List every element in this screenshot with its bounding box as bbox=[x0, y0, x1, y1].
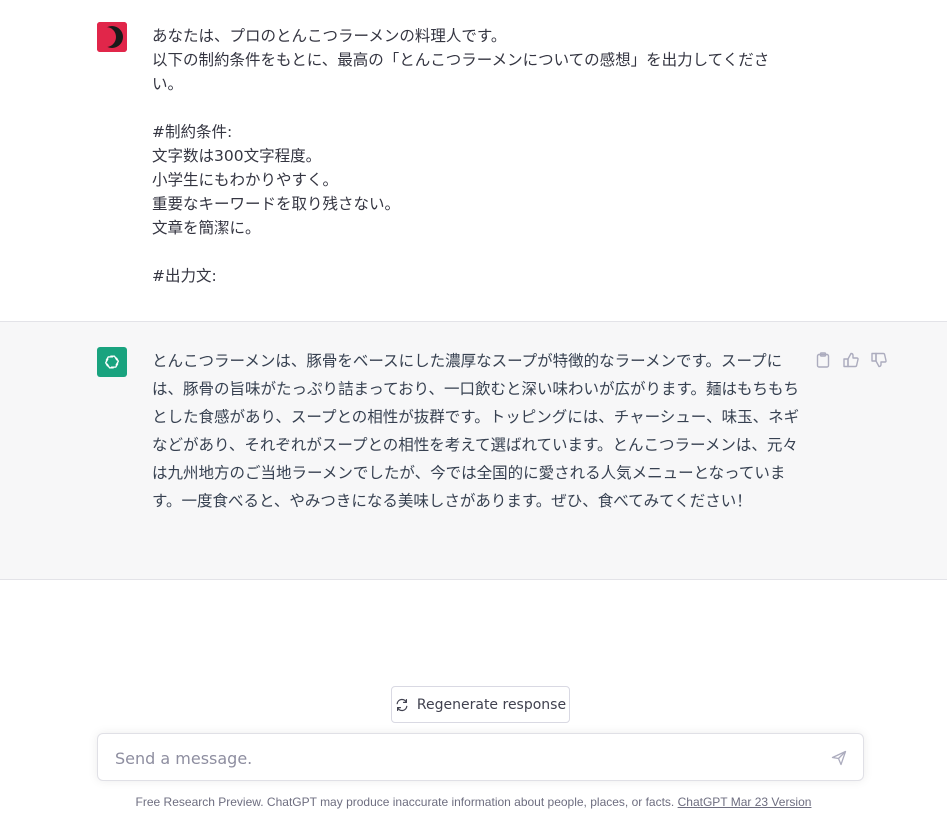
user-message-line: あなたは、プロのとんこつラーメンの料理人です。 bbox=[152, 27, 507, 45]
user-message-line: い。 bbox=[152, 75, 184, 93]
refresh-icon bbox=[395, 698, 409, 712]
thumbs-up-icon[interactable] bbox=[841, 350, 861, 370]
chatgpt-logo-icon bbox=[97, 347, 127, 377]
user-avatar bbox=[97, 22, 127, 52]
assistant-message-text: とんこつラーメンは、豚骨をベースにした濃厚なスープが特徴的なラーメンです。スープ… bbox=[152, 352, 800, 510]
user-message-line: 小学生にもわかりやすく。 bbox=[152, 171, 339, 189]
message-input-container bbox=[97, 733, 864, 782]
user-message-text: あなたは、プロのとんこつラーメンの料理人です。 以下の制約条件をもとに、最高の「… bbox=[152, 24, 792, 288]
user-message-line bbox=[152, 240, 792, 264]
user-message-row: あなたは、プロのとんこつラーメンの料理人です。 以下の制約条件をもとに、最高の「… bbox=[0, 0, 947, 322]
assistant-message-row: とんこつラーメンは、豚骨をベースにした濃厚なスープが特徴的なラーメンです。スープ… bbox=[0, 322, 947, 580]
footer-disclaimer: Free Research Preview. ChatGPT may produ… bbox=[0, 795, 947, 809]
send-icon[interactable] bbox=[829, 748, 849, 768]
footer-text: Free Research Preview. ChatGPT may produ… bbox=[135, 795, 678, 809]
user-message-line: 以下の制約条件をもとに、最高の「とんこつラーメンについての感想」を出力してくださ bbox=[152, 51, 770, 69]
user-message-line: 文字数は300文字程度。 bbox=[152, 147, 322, 165]
chat-page: あなたは、プロのとんこつラーメンの料理人です。 以下の制約条件をもとに、最高の「… bbox=[0, 0, 947, 824]
clipboard-icon[interactable] bbox=[813, 350, 833, 370]
message-actions bbox=[813, 350, 889, 370]
user-message-line: 重要なキーワードを取り残さない。 bbox=[152, 195, 401, 213]
version-link[interactable]: ChatGPT Mar 23 Version bbox=[678, 795, 812, 809]
regenerate-response-button[interactable]: Regenerate response bbox=[391, 686, 570, 723]
regenerate-response-label: Regenerate response bbox=[416, 696, 567, 713]
user-message-line bbox=[152, 96, 792, 120]
user-message-line: 文章を簡潔に。 bbox=[152, 219, 261, 237]
user-message-line: #制約条件: bbox=[152, 123, 233, 141]
message-input[interactable] bbox=[113, 734, 817, 782]
user-message-line: #出力文: bbox=[152, 267, 217, 285]
thumbs-down-icon[interactable] bbox=[869, 350, 889, 370]
